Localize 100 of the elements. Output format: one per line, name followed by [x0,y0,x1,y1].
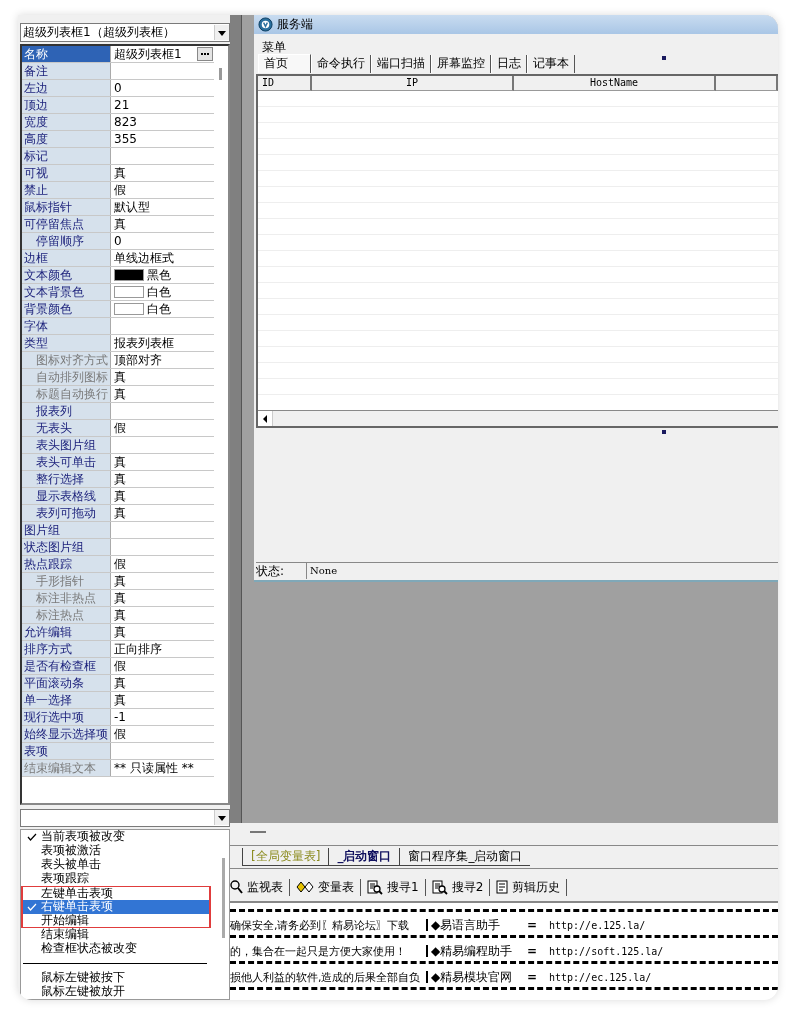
property-value: 报表列表框 [114,335,174,351]
property-name[interactable]: 鼠标指针 [22,199,111,215]
tab[interactable]: 日志 [491,55,527,73]
tab[interactable]: 端口扫描 [371,55,431,73]
property-name[interactable]: 标记 [22,148,111,164]
event-item[interactable]: 开始编辑 [21,914,211,928]
event-item[interactable]: 表项被激活 [21,844,211,858]
property-name[interactable]: 表头可单击 [22,454,111,470]
resize-handle[interactable] [662,430,666,434]
document-tab[interactable]: 窗口程序集_启动窗口 [399,848,531,866]
property-name[interactable]: 显示表格线 [22,488,111,504]
property-name[interactable]: 禁止 [22,182,111,198]
property-value: 真 [114,573,126,589]
scrollbar-thumb[interactable] [219,68,222,80]
column-header[interactable]: HostName [514,76,716,91]
tab[interactable]: 屏幕监控 [431,55,491,73]
property-value: 0 [114,234,122,248]
resize-handle[interactable] [662,56,666,60]
property-name[interactable]: 排序方式 [22,641,111,657]
event-item[interactable]: 右键单击表项 [21,900,211,914]
property-value: 真 [114,454,126,470]
scroll-left-button[interactable] [258,411,273,426]
menu-item[interactable]: 菜单 [262,40,286,54]
property-value: 真 [114,692,126,708]
document-search-icon [367,879,383,895]
window-title: 服务端 [277,16,313,33]
property-value: 超级列表框1 [114,46,182,62]
scrollbar-thumb[interactable] [222,858,225,938]
property-value: 假 [114,658,126,674]
property-name[interactable]: 左边 [22,80,111,96]
property-value: 正向排序 [114,641,162,657]
property-name[interactable]: 表头图片组 [22,437,111,453]
property-name[interactable]: 是否有检查框 [22,658,111,674]
property-name[interactable]: 状态图片组 [22,539,111,555]
output-text: = [527,970,539,984]
splitter-bar[interactable] [230,15,242,823]
event-item[interactable]: 表项跟踪 [21,872,211,886]
event-item[interactable]: 鼠标左键被按下 [21,971,211,985]
property-name[interactable]: 顶边 [22,97,111,113]
property-name[interactable]: 现行选中项 [22,709,111,725]
tab[interactable]: 记事本 [527,55,575,73]
property-name[interactable]: 停留顺序 [22,233,111,249]
property-value: 真 [114,165,126,181]
property-name[interactable]: 文本背景色 [22,284,111,300]
tool-tab[interactable]: 搜寻2 [425,878,491,896]
event-item[interactable]: 当前表项被改变 [21,830,211,844]
column-header[interactable]: IP [312,76,514,91]
property-name[interactable]: 单一选择 [22,692,111,708]
property-value: 黑色 [147,267,171,283]
property-value: 真 [114,590,126,606]
property-name[interactable]: 允许编辑 [22,624,111,640]
property-name[interactable]: 始终显示选择项 [22,726,111,742]
output-text: 确保安全,请务必到〖精易论坛〗下载 [230,917,411,933]
property-value: 355 [114,132,137,146]
property-name[interactable]: 高度 [22,131,111,147]
property-name[interactable]: 表列可拖动 [22,505,111,521]
property-value: 白色 [147,284,171,300]
property-name[interactable]: 文本颜色 [22,267,111,283]
property-name[interactable]: 表项 [22,743,111,759]
property-name[interactable]: 边框 [22,250,111,266]
output-text: = [527,944,539,958]
property-name[interactable]: 无表头 [22,420,111,436]
event-item[interactable]: 检查框状态被改变 [21,942,211,956]
property-name[interactable]: 整行选择 [22,471,111,487]
property-name[interactable]: 可视 [22,165,111,181]
tab[interactable]: 首页 [258,54,311,73]
property-name[interactable]: 宽度 [22,114,111,130]
object-selector[interactable]: 超级列表框1（超级列表框） [20,23,230,42]
property-name[interactable]: 报表列 [22,403,111,419]
status-label: 状态: [256,563,307,579]
tool-tab[interactable]: 变量表 [290,878,361,896]
event-selector[interactable] [20,808,230,827]
tab[interactable]: 命令执行 [311,55,371,73]
output-text: http://ec.125.la/ [549,971,652,983]
property-name[interactable]: 可停留焦点 [22,216,111,232]
tool-tab[interactable]: 搜寻1 [361,878,426,896]
property-value: 假 [114,726,126,742]
column-header[interactable] [716,76,778,91]
property-name[interactable]: 热点跟踪 [22,556,111,572]
left-arrow-icon [262,414,268,423]
tool-tab[interactable]: 监视表 [230,878,290,896]
output-text: = [527,918,539,932]
property-name[interactable]: 备注 [22,63,111,79]
minimize-icon[interactable] [250,831,266,833]
event-item[interactable]: 结束编辑 [21,928,211,942]
property-name[interactable]: 字体 [22,318,111,334]
property-name[interactable]: 平面滚动条 [22,675,111,691]
property-name[interactable]: 背景颜色 [22,301,111,317]
document-tab[interactable]: _启动窗口 [328,848,400,866]
property-value: 单线边框式 [114,250,174,266]
output-text: 的，集合在一起只是方便大家使用！ [230,943,407,959]
event-item[interactable]: 鼠标左键被放开 [21,985,211,999]
event-item[interactable]: 表头被单击 [21,858,211,872]
property-name[interactable]: 名称 [22,46,111,62]
property-value: 真 [114,675,126,691]
tool-tab[interactable]: 剪辑历史 [490,878,568,896]
property-name[interactable]: 图片组 [22,522,111,538]
property-name[interactable]: 类型 [22,335,111,351]
ellipsis-button[interactable] [197,47,213,61]
column-header[interactable]: ID [258,76,312,91]
